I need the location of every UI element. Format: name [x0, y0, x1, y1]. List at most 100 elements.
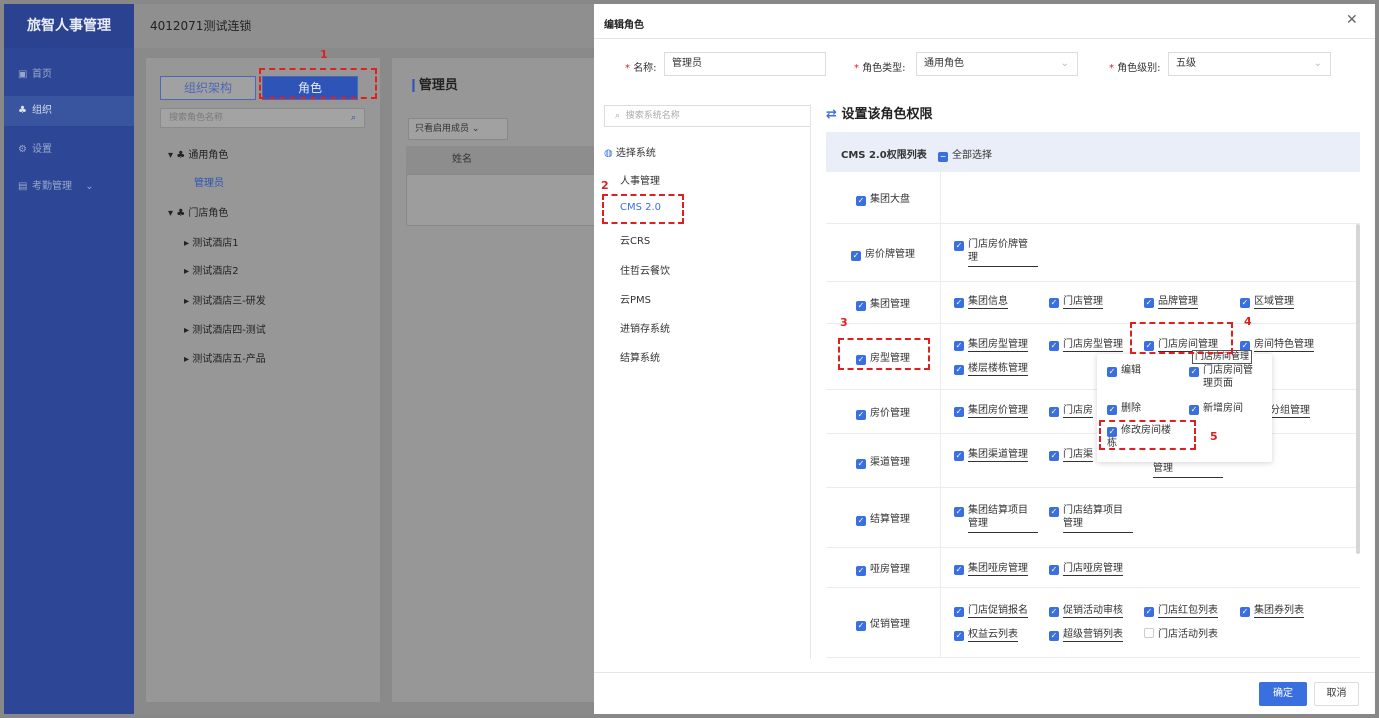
perm-item[interactable]: ✓ 集团渠道管理	[954, 448, 1028, 462]
perm-item[interactable]: ✓ 门店红包列表	[1144, 604, 1218, 618]
system-item-catering[interactable]: 住哲云餐饮	[620, 262, 670, 277]
tree-node-admin[interactable]: 管理员	[194, 174, 224, 189]
perm-item[interactable]: ✓ 门店结算项目 管理	[1049, 504, 1133, 533]
tab-org-structure[interactable]: 组织架构	[160, 76, 256, 100]
tree-label: 测试酒店四-测试	[192, 325, 266, 336]
perm-item[interactable]: ✓ 超级营销列表	[1049, 628, 1123, 642]
check-icon: ✓	[856, 354, 866, 365]
role-level-select[interactable]: 五级 ⌄	[1168, 52, 1331, 76]
role-search-input[interactable]: 搜索角色名称 ⌕	[160, 108, 365, 128]
popover-item-delete[interactable]: ✓ 删除	[1107, 402, 1141, 415]
select-all-checkbox[interactable]: − 全部选择	[938, 146, 992, 162]
category-checkbox[interactable]: ✓ 结算管理	[826, 510, 940, 526]
tree-node-store-1[interactable]: ▸ 测试酒店1	[184, 234, 239, 249]
perm-item[interactable]: 分组管理	[1270, 404, 1310, 418]
perm-item[interactable]: ✓ 门店渠	[1049, 448, 1093, 462]
check-icon: ✓	[1144, 607, 1154, 617]
perm-label: 品牌管理	[1158, 296, 1198, 309]
category-label: 房价管理	[870, 407, 910, 419]
category-checkbox[interactable]: ✓ 房价管理	[826, 404, 940, 420]
check-icon: ✓	[954, 451, 964, 461]
member-filter-select[interactable]: 只看启用成员 ⌄	[408, 118, 508, 140]
category-checkbox[interactable]: ✓ 集团管理	[826, 295, 940, 311]
tree-node-store-4[interactable]: ▸ 测试酒店四-测试	[184, 321, 266, 336]
perm-item[interactable]: ✓ 集团哑房管理	[954, 562, 1028, 576]
app-root: 旅智人事管理 ▣ 首页 ♣ 组织 ⚙ 设置 ▤ 考勤管理 ⌄ 4012071测试连锁 组…	[0, 0, 1379, 718]
close-icon[interactable]: ✕	[1346, 12, 1358, 28]
cancel-button[interactable]: 取消	[1314, 682, 1359, 706]
perm-label: 门店管理	[1063, 296, 1103, 309]
perm-item[interactable]: ✓ 集团结算项目 管理	[954, 504, 1038, 533]
system-search-input[interactable]: ⌕ 搜索系统名称	[604, 105, 811, 127]
nav-item-home[interactable]: ▣ 首页	[4, 60, 134, 90]
category-checkbox[interactable]: ✓ 哑房管理	[826, 560, 940, 576]
perm-item[interactable]: ✓ 集团券列表	[1240, 604, 1304, 618]
perm-item[interactable]: ✓ 门店房型管理	[1049, 338, 1123, 352]
check-icon: ✓	[954, 298, 964, 308]
system-item-inventory[interactable]: 进销存系统	[620, 320, 670, 335]
perm-item[interactable]: ✓ 集团房价管理	[954, 404, 1028, 418]
top-bar: 4012071测试连锁	[134, 4, 594, 48]
popover-item-page[interactable]: ✓ 门店房间管 理页面	[1189, 364, 1253, 390]
system-item-pms[interactable]: 云PMS	[620, 291, 651, 306]
system-item-cms[interactable]: CMS 2.0	[620, 202, 661, 213]
system-item-hr[interactable]: 人事管理	[620, 172, 660, 187]
category-checkbox[interactable]: ✓ 集团大盘	[826, 190, 940, 206]
perm-item[interactable]: ✓ 集团信息	[954, 295, 1008, 309]
name-input[interactable]: 管理员	[664, 52, 826, 76]
perm-list-header: CMS 2.0权限列表 − 全部选择	[826, 132, 1360, 172]
perm-title-text: 设置该角色权限	[841, 107, 933, 122]
perm-item[interactable]: ✓ 区域管理	[1240, 295, 1294, 309]
system-item-crs[interactable]: 云CRS	[620, 232, 650, 247]
tree-node-store-2[interactable]: ▸ 测试酒店2	[184, 262, 239, 277]
nav-label: 考勤管理	[32, 181, 72, 192]
perm-item[interactable]: ✓ 门店房价牌管理	[954, 238, 1038, 267]
perm-item[interactable]: ✓ 品牌管理	[1144, 295, 1198, 309]
perm-item[interactable]: ✓ 权益云列表	[954, 628, 1018, 642]
perm-item[interactable]: 管理	[1153, 462, 1223, 478]
tree-node-store[interactable]: ▾ ♣ 门店角色	[168, 204, 228, 219]
member-panel: ❙管理员 只看启用成员 ⌄ 姓名	[392, 58, 596, 702]
category-checkbox[interactable]: ✓ 促销管理	[826, 615, 940, 631]
perm-item[interactable]: ✓ 门店管理	[1049, 295, 1103, 309]
perm-item[interactable]: ✓ 促销活动审核	[1049, 604, 1123, 618]
scrollbar[interactable]	[1356, 224, 1360, 554]
popover-item-modify[interactable]: ✓ 修改房间楼栋	[1107, 424, 1171, 450]
tree-node-general[interactable]: ▾ ♣ 通用角色	[168, 146, 228, 161]
popover-item-add-room[interactable]: ✓ 新增房间	[1189, 402, 1243, 415]
nav-item-settings[interactable]: ⚙ 设置	[4, 135, 134, 165]
category-checkbox[interactable]: ✓ 渠道管理	[826, 453, 940, 469]
nav-item-attendance[interactable]: ▤ 考勤管理 ⌄	[4, 172, 134, 202]
perm-label: 管理	[968, 517, 1038, 533]
check-icon: ✓	[856, 515, 866, 526]
tree-node-store-3[interactable]: ▸ 测试酒店三-研发	[184, 292, 266, 307]
check-icon: ✓	[954, 241, 964, 251]
check-icon: ✓	[1107, 427, 1117, 437]
perm-label: 集团房型管理	[968, 339, 1028, 352]
nav-item-org[interactable]: ♣ 组织	[4, 96, 134, 126]
role-type-select[interactable]: 通用角色 ⌄	[916, 52, 1078, 76]
system-item-settlement[interactable]: 结算系统	[620, 349, 660, 364]
divider	[594, 672, 1375, 673]
tree-node-store-5[interactable]: ▸ 测试酒店五-产品	[184, 350, 266, 365]
perm-item[interactable]: ✓ 门店房	[1049, 404, 1093, 418]
annotation-number-5: 5	[1210, 430, 1218, 443]
check-icon: ✓	[954, 341, 964, 351]
confirm-button[interactable]: 确定	[1259, 682, 1307, 706]
perm-item[interactable]: ✓ 集团房型管理	[954, 338, 1028, 352]
perm-label: 门店促销报名	[968, 605, 1028, 618]
panel-title-text: 管理员	[418, 78, 458, 93]
check-icon: ✓	[856, 409, 866, 420]
check-icon: ✓	[1240, 298, 1250, 308]
perm-item[interactable]: ✓ 门店促销报名	[954, 604, 1028, 618]
perm-label: 门店活动列表	[1158, 629, 1218, 640]
popover-item-edit[interactable]: ✓ 编辑	[1107, 364, 1141, 377]
tab-role[interactable]: 角色	[262, 76, 358, 100]
perm-item[interactable]: ✓ 楼层楼栋管理	[954, 362, 1028, 376]
perm-item[interactable]: ✓ 门店哑房管理	[1049, 562, 1123, 576]
perm-item[interactable]: 门店活动列表	[1144, 628, 1218, 641]
category-checkbox[interactable]: ✓ 房价牌管理	[826, 245, 940, 261]
sidebar: 旅智人事管理 ▣ 首页 ♣ 组织 ⚙ 设置 ▤ 考勤管理 ⌄	[4, 4, 134, 714]
category-checkbox[interactable]: ✓ 房型管理	[826, 349, 940, 365]
tree-label: 门店角色	[188, 208, 229, 219]
